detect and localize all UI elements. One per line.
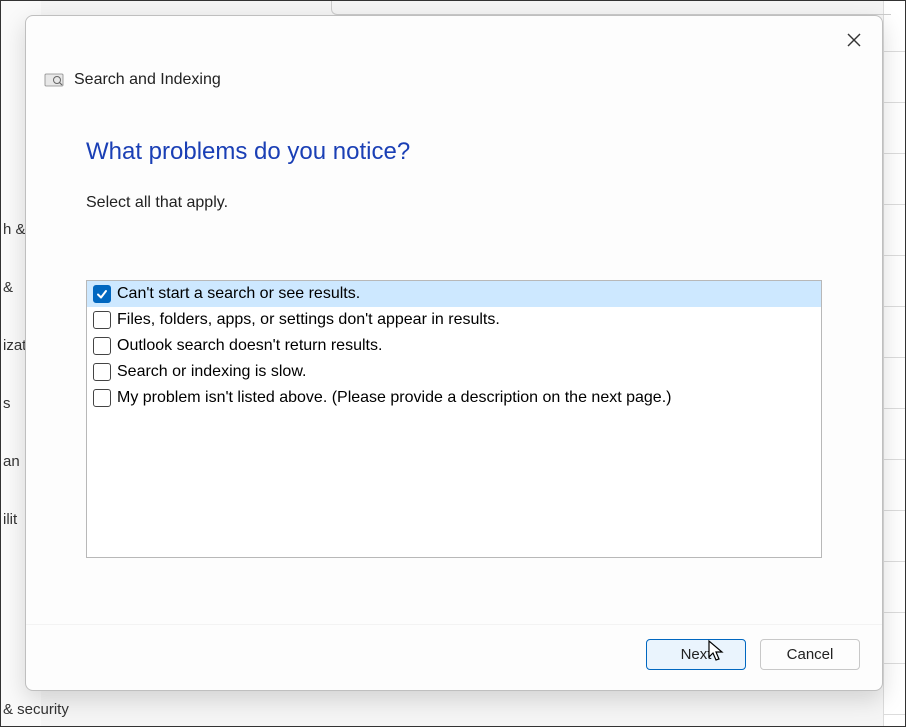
problem-option-label: My problem isn't listed above. (Please p… bbox=[117, 389, 671, 407]
cancel-button[interactable]: Cancel bbox=[760, 639, 860, 670]
background-bottom-text: & security bbox=[1, 701, 69, 718]
checkbox[interactable] bbox=[93, 285, 111, 303]
checkbox[interactable] bbox=[93, 337, 111, 355]
problem-option-label: Search or indexing is slow. bbox=[117, 363, 306, 381]
problem-option[interactable]: Can't start a search or see results. bbox=[87, 281, 821, 307]
close-button[interactable] bbox=[840, 26, 868, 54]
checkbox[interactable] bbox=[93, 389, 111, 407]
problem-option[interactable]: Outlook search doesn't return results. bbox=[87, 333, 821, 359]
dialog-title: Search and Indexing bbox=[74, 71, 221, 89]
dialog-header: Search and Indexing bbox=[26, 56, 882, 98]
problem-option[interactable]: My problem isn't listed above. (Please p… bbox=[87, 385, 821, 411]
troubleshooter-icon bbox=[44, 70, 64, 90]
checkbox[interactable] bbox=[93, 311, 111, 329]
background-divider bbox=[331, 1, 891, 15]
next-button[interactable]: Next bbox=[646, 639, 746, 670]
close-icon bbox=[846, 32, 862, 48]
troubleshooter-dialog: Search and Indexing What problems do you… bbox=[25, 15, 883, 691]
page-subtext: Select all that apply. bbox=[86, 194, 822, 212]
dialog-content: What problems do you notice? Select all … bbox=[26, 98, 882, 624]
checkbox[interactable] bbox=[93, 363, 111, 381]
problems-listbox[interactable]: Can't start a search or see results. File… bbox=[86, 280, 822, 558]
problem-option[interactable]: Files, folders, apps, or settings don't … bbox=[87, 307, 821, 333]
problem-option-label: Can't start a search or see results. bbox=[117, 285, 360, 303]
problem-option-label: Files, folders, apps, or settings don't … bbox=[117, 311, 500, 329]
dialog-footer: Next Cancel bbox=[26, 624, 882, 690]
page-heading: What problems do you notice? bbox=[86, 138, 822, 166]
problem-option[interactable]: Search or indexing is slow. bbox=[87, 359, 821, 385]
background-grid bbox=[883, 1, 905, 726]
problem-option-label: Outlook search doesn't return results. bbox=[117, 337, 382, 355]
titlebar bbox=[26, 16, 882, 56]
